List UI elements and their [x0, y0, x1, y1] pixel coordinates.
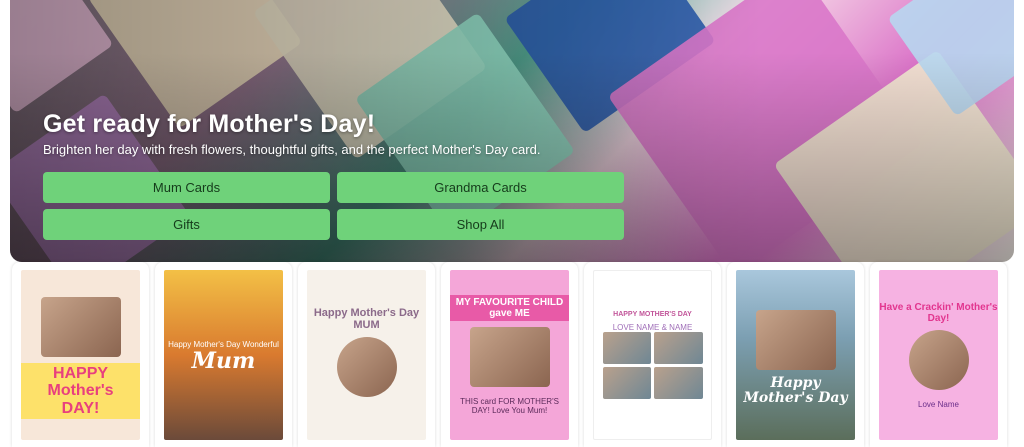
grandma-cards-button[interactable]: Grandma Cards: [337, 172, 624, 203]
shop-all-button[interactable]: Shop All: [337, 209, 624, 240]
card-headline: Have a Crackin' Mother's Day!: [879, 301, 998, 324]
card-artwork: Happy Mother's Day Wonderful Mum: [164, 270, 283, 440]
product-card[interactable]: MY FAVOURITE CHILD gave ME THIS card FOR…: [441, 262, 578, 447]
product-card[interactable]: Happy Mother's Day: [727, 262, 864, 447]
card-artwork: MY FAVOURITE CHILD gave ME THIS card FOR…: [450, 270, 569, 440]
card-photo: [336, 337, 397, 398]
card-photo: [40, 296, 121, 357]
gifts-button[interactable]: Gifts: [43, 209, 330, 240]
card-headline: Mum: [191, 348, 256, 375]
card-artwork: HAPPY Mother's DAY!: [21, 270, 140, 440]
card-artwork: Happy Mother's Day: [736, 270, 855, 440]
hero-title: Get ready for Mother's Day!: [43, 110, 376, 138]
card-photo: [755, 309, 836, 370]
card-artwork: Happy Mother's Day MUM: [307, 270, 426, 440]
hero-banner[interactable]: Get ready for Mother's Day! Brighten her…: [10, 0, 1014, 262]
card-caption: LOVE NAME & NAME: [612, 322, 693, 332]
product-card[interactable]: Have a Crackin' Mother's Day! Love Name: [870, 262, 1007, 447]
card-caption: THIS card FOR MOTHER'S DAY! Love You Mum…: [460, 397, 559, 415]
card-headline: HAPPY Mother's DAY!: [21, 362, 140, 420]
product-card[interactable]: HAPPY MOTHER'S DAY LOVE NAME & NAME: [584, 262, 721, 447]
card-photo: [469, 327, 550, 387]
card-headline: Happy Mother's Day MUM: [313, 306, 420, 331]
card-artwork: HAPPY MOTHER'S DAY LOVE NAME & NAME: [593, 270, 712, 440]
photo-grid: [602, 331, 703, 399]
mum-cards-button[interactable]: Mum Cards: [43, 172, 330, 203]
card-photo: [908, 329, 969, 390]
card-carousel: HAPPY Mother's DAY! Happy Mother's Day W…: [12, 262, 1012, 447]
card-headline: MY FAVOURITE CHILD gave ME: [450, 295, 569, 321]
card-headline: HAPPY MOTHER'S DAY: [613, 311, 692, 319]
card-headline: Happy Mother's Day: [743, 374, 848, 406]
product-card[interactable]: Happy Mother's Day MUM: [298, 262, 435, 447]
product-card[interactable]: Happy Mother's Day Wonderful Mum: [155, 262, 292, 447]
card-artwork: Have a Crackin' Mother's Day! Love Name: [879, 270, 998, 440]
product-card[interactable]: HAPPY Mother's DAY!: [12, 262, 149, 447]
card-caption: Love Name: [918, 399, 959, 409]
hero-subtitle: Brighten her day with fresh flowers, tho…: [43, 142, 541, 157]
